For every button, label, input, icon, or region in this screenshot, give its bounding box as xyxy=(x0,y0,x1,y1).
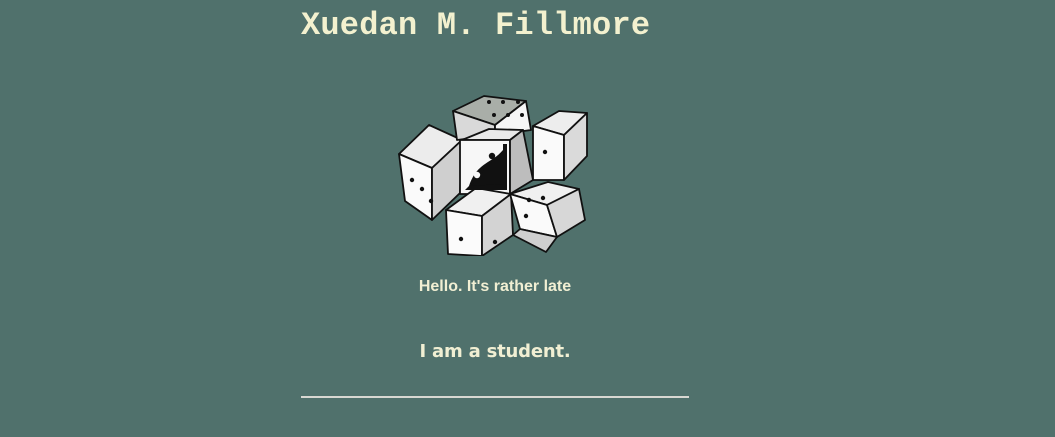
divider-line xyxy=(301,396,689,398)
dice-cluster-icon xyxy=(394,94,592,257)
page: Xuedan M. Fillmore Hello. It's rather la… xyxy=(0,0,1055,437)
greeting-text: Hello. It's rather late xyxy=(418,278,572,295)
page-title: Xuedan M. Fillmore xyxy=(301,7,651,44)
tagline-text: I am a student. xyxy=(419,341,571,362)
